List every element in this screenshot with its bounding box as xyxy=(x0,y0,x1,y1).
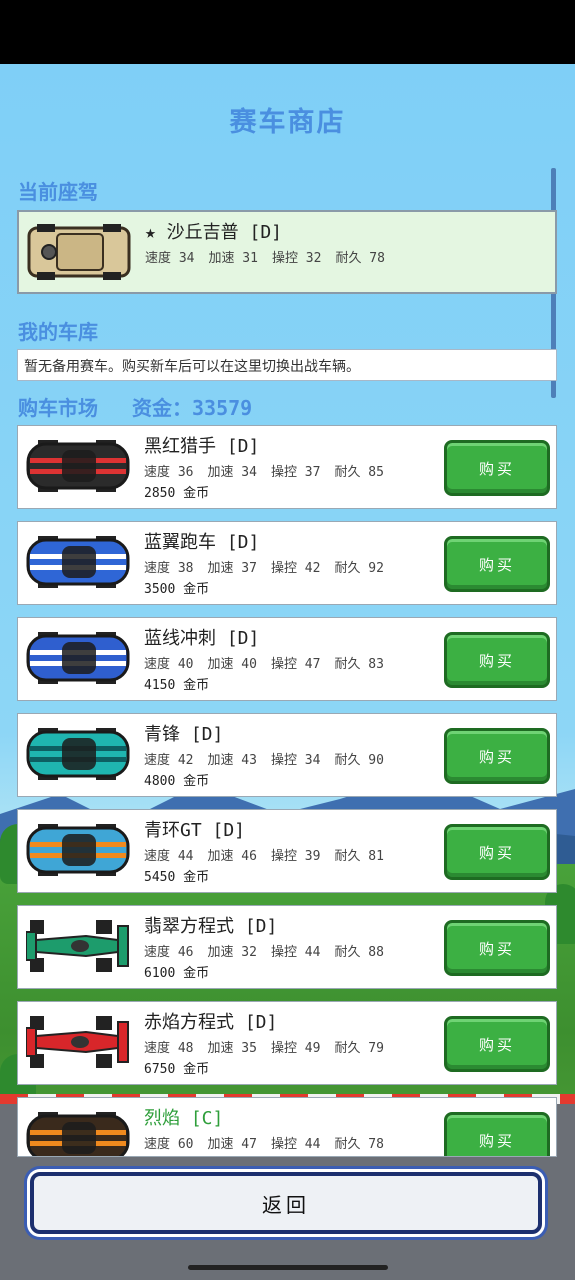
car-stats: 速度 42 加速 43 操控 34 耐久 90 xyxy=(144,749,398,768)
current-car-card: ★ 沙丘吉普 [D] 速度 34 加速 31 操控 32 耐久 78 xyxy=(17,210,557,294)
buy-button[interactable]: 购买 xyxy=(444,728,550,784)
stat-speed: 速度 42 xyxy=(144,753,194,768)
buy-button[interactable]: 购买 xyxy=(444,920,550,976)
sports-car-icon xyxy=(26,536,130,588)
car-card: 翡翠方程式 [D] 速度 46 加速 32 操控 44 耐久 88 6100 金币 购… xyxy=(17,905,557,989)
stat-durability: 耐久 85 xyxy=(334,465,384,480)
buy-button[interactable]: 购买 xyxy=(444,824,550,880)
buy-button[interactable]: 购买 xyxy=(444,536,550,592)
car-name: 烈焰 [C] xyxy=(144,1108,224,1129)
stat-speed: 速度 48 xyxy=(144,1041,194,1056)
jeep-car-icon xyxy=(27,224,131,280)
stat-durability: 耐久 92 xyxy=(334,561,384,576)
buy-button[interactable]: 购买 xyxy=(444,632,550,688)
stat-accel: 加速 47 xyxy=(207,1137,257,1152)
stat-handling: 操控 44 xyxy=(270,945,321,960)
stat-speed: 速度 40 xyxy=(144,657,194,672)
stat-durability: 耐久 88 xyxy=(334,945,384,960)
car-card: 烈焰 [C] 速度 60 加速 47 操控 44 耐久 78 14000 金币 购买 xyxy=(17,1097,557,1157)
car-name: 蓝翼跑车 [D] xyxy=(144,532,260,553)
stat-handling: 操控 34 xyxy=(270,753,321,768)
stat-handling: 操控 47 xyxy=(270,657,321,672)
stat-accel: 加速 37 xyxy=(207,561,257,576)
stat-durability: 耐久 79 xyxy=(334,1041,384,1056)
car-price: 14000 金币 xyxy=(144,1154,217,1156)
page-title: 赛车商店 xyxy=(229,107,346,138)
home-indicator xyxy=(188,1265,388,1270)
stat-durability: 耐久 78 xyxy=(335,251,385,266)
formula-car-icon xyxy=(26,1016,129,1068)
sports-car-icon xyxy=(26,728,130,780)
stat-speed: 速度 38 xyxy=(144,561,194,576)
car-price: 5450 金币 xyxy=(144,870,210,885)
car-stats: 速度 60 加速 47 操控 44 耐久 78 xyxy=(144,1133,398,1152)
stat-accel: 加速 40 xyxy=(207,657,257,672)
car-stats: 速度 44 加速 46 操控 39 耐久 81 xyxy=(144,845,398,864)
stat-speed: 速度 34 xyxy=(145,251,195,266)
sports-car-icon xyxy=(26,1112,130,1156)
stat-speed: 速度 60 xyxy=(144,1137,194,1152)
car-price: 3500 金币 xyxy=(144,582,210,597)
car-card: 赤焰方程式 [D] 速度 48 加速 35 操控 49 耐久 79 6750 金币 购… xyxy=(17,1001,557,1085)
buy-button[interactable]: 购买 xyxy=(444,1016,550,1072)
stat-accel: 加速 34 xyxy=(207,465,257,480)
sports-car-icon xyxy=(26,440,130,492)
car-name: 蓝线冲刺 [D] xyxy=(144,628,260,649)
money-display: 资金：33579 xyxy=(132,396,253,420)
car-price: 6750 金币 xyxy=(144,1062,210,1077)
stat-accel: 加速 35 xyxy=(207,1041,257,1056)
garage-empty-note: 暂无备用赛车。购买新车后可以在这里切换出战车辆。 xyxy=(17,349,557,381)
formula-car-icon xyxy=(26,920,129,972)
car-name: 翡翠方程式 [D] xyxy=(144,916,278,937)
buy-button[interactable]: 购买 xyxy=(444,1112,550,1156)
stat-handling: 操控 49 xyxy=(270,1041,321,1056)
car-stats: 速度 40 加速 40 操控 47 耐久 83 xyxy=(144,653,398,672)
stat-durability: 耐久 90 xyxy=(334,753,384,768)
stat-handling: 操控 39 xyxy=(270,849,321,864)
car-name: 青环GT [D] xyxy=(144,820,246,841)
car-stats: 速度 36 加速 34 操控 37 耐久 85 xyxy=(144,461,398,480)
stat-durability: 耐久 83 xyxy=(334,657,384,672)
car-card: 黑红猎手 [D] 速度 36 加速 34 操控 37 耐久 85 2850 金币 购买 xyxy=(17,425,557,509)
stat-speed: 速度 36 xyxy=(144,465,194,480)
car-stats: 速度 48 加速 35 操控 49 耐久 79 xyxy=(144,1037,398,1056)
stat-handling: 操控 44 xyxy=(270,1137,321,1152)
garage-heading: 我的车库 xyxy=(18,320,98,344)
car-card: 蓝线冲刺 [D] 速度 40 加速 40 操控 47 耐久 83 4150 金币 购买 xyxy=(17,617,557,701)
stat-accel: 加速 46 xyxy=(207,849,257,864)
current-car-name: ★ 沙丘吉普 [D] xyxy=(145,222,283,243)
buy-button[interactable]: 购买 xyxy=(444,440,550,496)
stat-durability: 耐久 81 xyxy=(334,849,384,864)
stat-speed: 速度 46 xyxy=(144,945,194,960)
market-heading: 购车市场 xyxy=(18,396,98,420)
stat-accel: 加速 32 xyxy=(207,945,257,960)
stat-speed: 速度 44 xyxy=(144,849,194,864)
car-name: 黑红猎手 [D] xyxy=(144,436,260,457)
stat-handling: 操控 37 xyxy=(270,465,321,480)
sports-car-icon xyxy=(26,632,130,684)
car-price: 6100 金币 xyxy=(144,966,210,981)
car-name: 青锋 [D] xyxy=(144,724,224,745)
stat-accel: 加速 31 xyxy=(208,251,258,266)
status-bar xyxy=(0,0,575,64)
stat-handling: 操控 42 xyxy=(270,561,321,576)
sports-car-icon xyxy=(26,824,130,876)
stat-handling: 操控 32 xyxy=(271,251,322,266)
car-price: 4150 金币 xyxy=(144,678,210,693)
car-card: 青锋 [D] 速度 42 加速 43 操控 34 耐久 90 4800 金币 购买 xyxy=(17,713,557,797)
car-stats: 速度 38 加速 37 操控 42 耐久 92 xyxy=(144,557,398,576)
car-card: 青环GT [D] 速度 44 加速 46 操控 39 耐久 81 5450 金币 购买 xyxy=(17,809,557,893)
car-name: 赤焰方程式 [D] xyxy=(144,1012,278,1033)
car-price: 4800 金币 xyxy=(144,774,210,789)
back-button[interactable]: 返回 xyxy=(30,1172,542,1234)
current-car-stats: 速度 34 加速 31 操控 32 耐久 78 xyxy=(145,247,399,266)
car-price: 2850 金币 xyxy=(144,486,210,501)
stat-accel: 加速 43 xyxy=(207,753,257,768)
car-stats: 速度 46 加速 32 操控 44 耐久 88 xyxy=(144,941,398,960)
current-car-heading: 当前座驾 xyxy=(18,180,98,204)
car-card: 蓝翼跑车 [D] 速度 38 加速 37 操控 42 耐久 92 3500 金币 购买 xyxy=(17,521,557,605)
stat-durability: 耐久 78 xyxy=(334,1137,384,1152)
